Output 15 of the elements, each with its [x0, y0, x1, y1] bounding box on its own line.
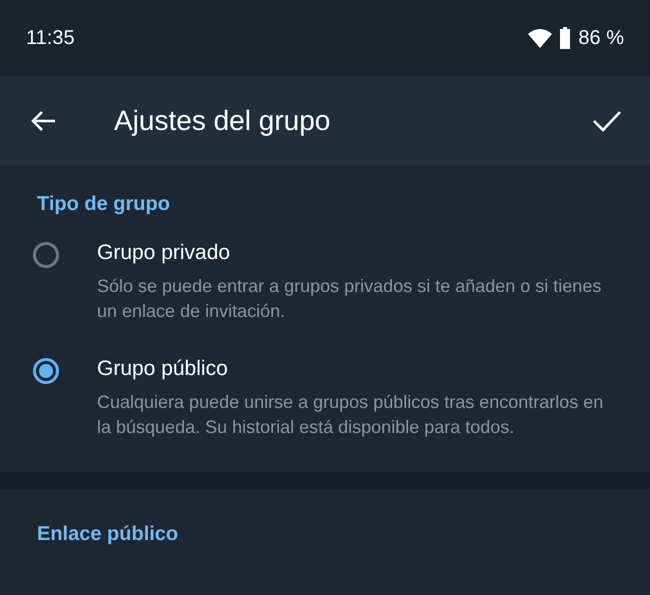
- option-description: Sólo se puede entrar a grupos privados si te añaden o si tienes un enlace de invitación.: [97, 275, 602, 323]
- status-time: 11:35: [26, 26, 75, 50]
- option-title[interactable]: Grupo público: [97, 354, 610, 384]
- option-title[interactable]: Grupo privado: [97, 238, 610, 268]
- section-header: Enlace público: [36, 523, 180, 546]
- checkmark-icon[interactable]: [592, 110, 622, 132]
- wifi-icon: [528, 28, 552, 48]
- battery-percentage: 86 %: [578, 26, 624, 50]
- battery-icon: [559, 27, 572, 49]
- section-header: Tipo de grupo: [36, 193, 171, 216]
- radio-button[interactable]: [33, 358, 59, 384]
- screen-title: Ajustes del grupo: [114, 104, 332, 136]
- back-icon[interactable]: [30, 110, 56, 132]
- option-description: Cualquiera puede unirse a grupos públicos tras encontrarlos en la búsqueda. Su historial está disponible para todos.: [97, 391, 604, 439]
- radio-button[interactable]: [33, 242, 59, 268]
